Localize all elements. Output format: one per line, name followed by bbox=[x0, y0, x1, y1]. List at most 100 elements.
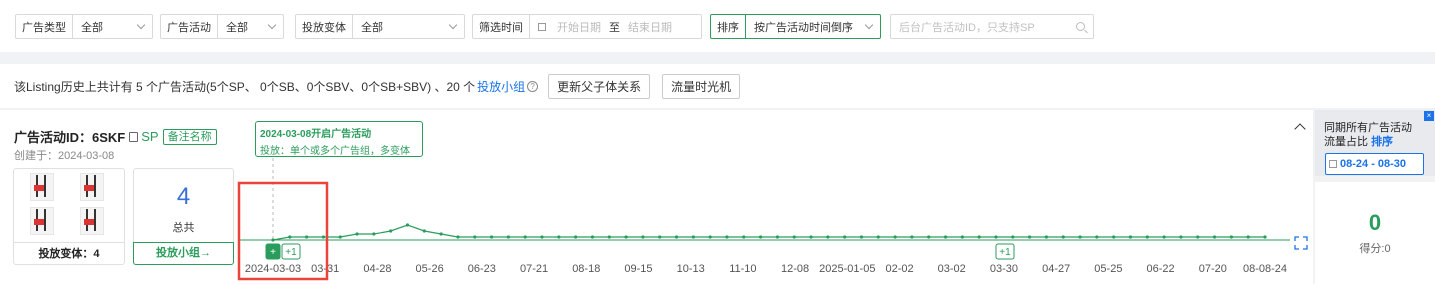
search-input[interactable]: 后台广告活动ID，只支持SP bbox=[890, 14, 1094, 39]
timeline-chart[interactable]: 2024-03-03 03-31 04-28 05-26 06-23 07-21 08-18… bbox=[235, 110, 1313, 284]
help-icon[interactable]: ? bbox=[527, 80, 539, 92]
data-point bbox=[422, 229, 426, 233]
data-point bbox=[271, 238, 275, 242]
x-tick-label: 08-08-24 bbox=[1243, 263, 1287, 275]
product-thumbnail[interactable] bbox=[24, 205, 64, 238]
data-point bbox=[1044, 235, 1049, 239]
group-count-label: 总共 bbox=[172, 222, 195, 234]
search-icon[interactable] bbox=[1076, 22, 1085, 31]
traffic-time-machine-button[interactable]: 流量时光机 bbox=[662, 73, 741, 99]
data-point bbox=[725, 235, 729, 239]
x-tick-label: 04-28 bbox=[363, 263, 391, 275]
data-point bbox=[389, 229, 393, 233]
data-point bbox=[674, 235, 679, 239]
x-tick-label: 02-02 bbox=[885, 263, 913, 275]
x-tick-label: 07-21 bbox=[520, 263, 548, 275]
data-point bbox=[910, 235, 914, 239]
data-point bbox=[758, 235, 763, 239]
chevron-down-icon bbox=[267, 20, 277, 30]
score-value: 0 bbox=[1368, 210, 1382, 235]
data-point bbox=[876, 235, 880, 239]
data-point bbox=[943, 235, 948, 239]
ad-type-filter[interactable]: 广告类型 全部 bbox=[15, 14, 153, 39]
ad-campaign-label: 广告活动 bbox=[161, 15, 218, 38]
variant-filter[interactable]: 投放变体 全部 bbox=[295, 14, 465, 39]
data-point bbox=[1128, 235, 1133, 239]
filter-bar: 广告类型 全部 广告活动 全部 投放变体 全部 筛选时间 开始日期 至 结束日期… bbox=[0, 0, 1435, 52]
listing-summary: 该Listing历史上共计有 5 个广告活动(5个SP、 0个SB、0个SBV、… bbox=[14, 79, 476, 94]
date-range-value: 08-24 - 08-30 bbox=[1340, 158, 1407, 170]
data-point bbox=[1229, 235, 1233, 239]
ad-type-value: 全部 bbox=[81, 21, 103, 34]
time-filter[interactable]: 筛选时间 开始日期 至 结束日期 bbox=[472, 14, 702, 39]
data-point bbox=[977, 235, 981, 239]
update-parent-button[interactable]: 更新父子体关系 bbox=[548, 73, 651, 99]
data-point bbox=[523, 235, 527, 239]
x-tick-label: 05-25 bbox=[1094, 263, 1122, 275]
end-date-input[interactable]: 结束日期 bbox=[628, 19, 672, 35]
data-point bbox=[305, 235, 309, 239]
data-point bbox=[826, 235, 830, 239]
copy-icon[interactable] bbox=[129, 131, 139, 142]
group-count: 4 bbox=[176, 183, 191, 210]
data-point bbox=[641, 235, 645, 239]
data-point bbox=[1246, 235, 1250, 239]
data-point bbox=[792, 235, 796, 239]
search-placeholder: 后台广告活动ID，只支持SP bbox=[899, 21, 1035, 34]
group-button[interactable]: 投放小组→ bbox=[133, 242, 234, 265]
ad-type-label: 广告类型 bbox=[16, 15, 73, 38]
data-point bbox=[506, 235, 510, 239]
product-thumbnail[interactable] bbox=[24, 171, 64, 204]
data-point bbox=[775, 235, 780, 239]
traffic-share-title-line1: 同期所有广告活动 bbox=[1324, 122, 1412, 134]
variant-value: 全部 bbox=[361, 21, 383, 34]
sort-label: 排序 bbox=[711, 15, 746, 38]
expand-icon bbox=[1294, 236, 1308, 250]
traffic-share-panel: 同期所有广告活动 流量占比 排序 × 08-24 - 08-30 0 得分:0 bbox=[1315, 110, 1435, 284]
data-point bbox=[338, 235, 342, 239]
remark-button[interactable]: 备注名称 bbox=[162, 128, 217, 145]
data-point bbox=[590, 235, 595, 239]
side-sort-link[interactable]: 排序 bbox=[1371, 136, 1393, 148]
data-point bbox=[927, 235, 931, 239]
data-point bbox=[607, 235, 611, 239]
data-point bbox=[574, 235, 578, 239]
sort-select[interactable]: 排序 按广告活动时间倒序 bbox=[710, 14, 881, 39]
x-tick-label: 05-26 bbox=[416, 263, 444, 275]
created-date: 创建于：2024-03-08 bbox=[14, 150, 115, 162]
x-tick-label: 08-18 bbox=[572, 263, 600, 275]
data-point bbox=[355, 232, 359, 236]
x-tick-label: 06-22 bbox=[1147, 263, 1175, 275]
listing-info-bar: 该Listing历史上共计有 5 个广告活动(5个SP、 0个SB、0个SBV、… bbox=[0, 64, 1435, 108]
data-point bbox=[1061, 235, 1065, 239]
close-icon[interactable]: × bbox=[1424, 111, 1434, 121]
variant-label: 投放变体 bbox=[296, 15, 353, 38]
campaign-type: SP bbox=[141, 129, 159, 144]
date-separator: 至 bbox=[609, 21, 620, 34]
data-point bbox=[1212, 235, 1217, 239]
sort-value: 按广告活动时间倒序 bbox=[754, 21, 853, 34]
marker-label: + bbox=[270, 247, 276, 258]
x-tick-label: 2025-01-05 bbox=[819, 263, 875, 275]
x-tick-label: 06-23 bbox=[468, 263, 496, 275]
x-tick-label: 03-02 bbox=[938, 263, 966, 275]
ad-campaign-filter[interactable]: 广告活动 全部 bbox=[160, 14, 284, 39]
data-point bbox=[405, 223, 410, 227]
series-line bbox=[272, 224, 1265, 241]
product-thumbnail[interactable] bbox=[74, 205, 114, 238]
x-tick-label: 10-13 bbox=[677, 263, 705, 275]
x-tick-label: 2024-03-03 bbox=[245, 263, 301, 275]
data-point bbox=[1011, 235, 1015, 239]
x-tick-label: 03-31 bbox=[311, 263, 339, 275]
data-point bbox=[1078, 235, 1082, 239]
date-range-picker[interactable]: 08-24 - 08-30 bbox=[1325, 153, 1424, 175]
calendar-icon bbox=[538, 22, 546, 31]
data-point bbox=[960, 235, 964, 239]
x-tick-label: 12-08 bbox=[781, 263, 809, 275]
group-link[interactable]: 投放小组 bbox=[477, 78, 525, 95]
x-tick-label: 11-10 bbox=[729, 263, 756, 275]
product-thumbnail[interactable] bbox=[74, 171, 114, 204]
data-point bbox=[540, 235, 544, 239]
data-point bbox=[994, 235, 998, 239]
start-date-input[interactable]: 开始日期 bbox=[557, 19, 601, 35]
